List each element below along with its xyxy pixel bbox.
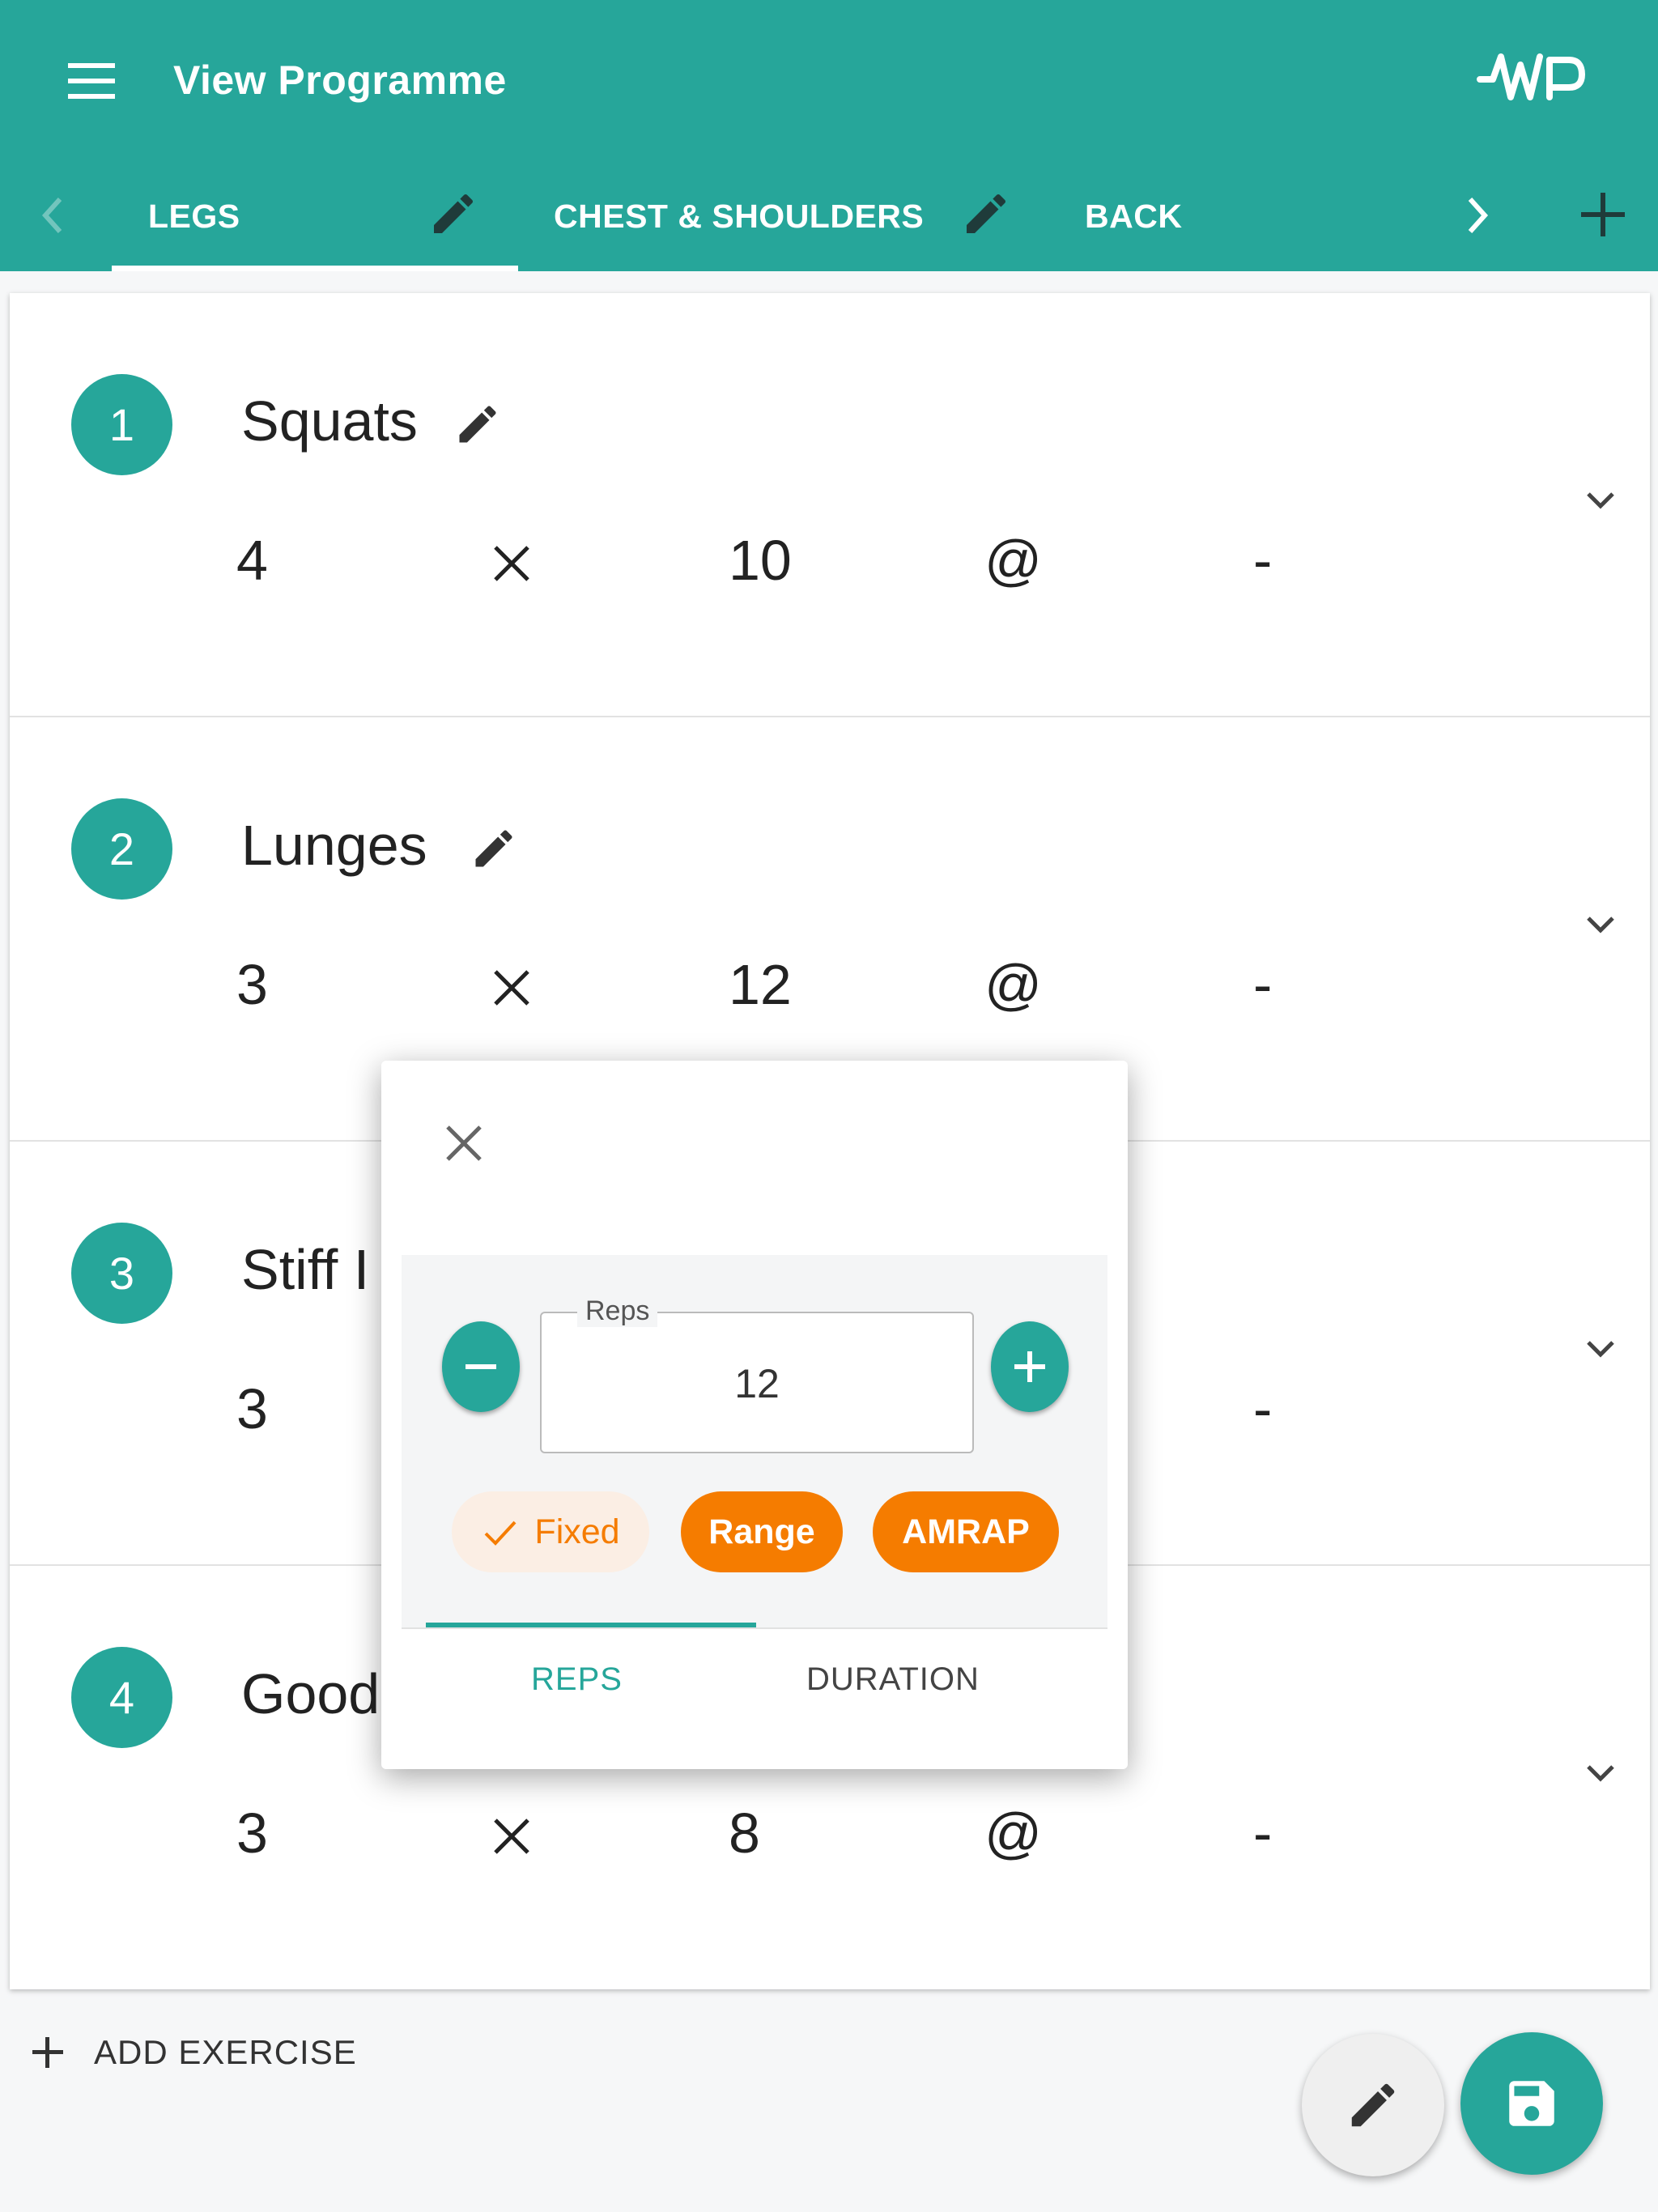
reps-value: 12 xyxy=(729,953,792,1016)
dialog-tabs: REPS DURATION xyxy=(402,1623,1107,1769)
add-exercise-label: ADD EXERCISE xyxy=(94,2033,357,2071)
save-fab-button[interactable] xyxy=(1460,2032,1603,2175)
tab-label: BACK xyxy=(1085,198,1183,235)
add-tab-icon[interactable] xyxy=(1579,188,1627,241)
reps-field[interactable]: Reps 12 xyxy=(540,1295,974,1453)
menu-icon[interactable] xyxy=(65,58,121,104)
pencil-icon xyxy=(1351,2083,1395,2127)
plus-icon xyxy=(1014,1351,1045,1382)
chevron-down-icon[interactable] xyxy=(1580,904,1621,944)
reps-value: 8 xyxy=(729,1802,760,1865)
sets-value: 3 xyxy=(236,1802,268,1865)
exercise-number-badge: 2 xyxy=(71,798,172,900)
increment-button[interactable] xyxy=(991,1321,1069,1412)
pencil-icon[interactable] xyxy=(960,188,1012,240)
minus-icon xyxy=(466,1364,496,1369)
fixed-chip[interactable]: Fixed xyxy=(452,1491,649,1572)
weight-value: - xyxy=(1253,1377,1273,1440)
tab-duration[interactable]: DURATION xyxy=(806,1661,980,1698)
weight-value: - xyxy=(1253,1802,1273,1865)
reps-value: 10 xyxy=(729,529,792,592)
chevron-right-icon[interactable] xyxy=(1457,191,1498,240)
save-icon xyxy=(1509,2081,1554,2126)
at-symbol: @ xyxy=(984,953,1043,1016)
app-logo-icon xyxy=(1475,50,1588,107)
reps-field-label: Reps xyxy=(577,1295,658,1327)
amrap-chip[interactable]: AMRAP xyxy=(873,1491,1059,1572)
app-bar: View Programme LEGS CHEST & SHOULDERS BA… xyxy=(0,0,1658,271)
close-icon[interactable] xyxy=(440,1119,488,1168)
times-icon xyxy=(487,536,536,585)
exercise-name: Lunges xyxy=(241,814,427,877)
weight-value: - xyxy=(1253,953,1273,1016)
tab-legs[interactable]: LEGS xyxy=(112,162,518,271)
tab-reps[interactable]: REPS xyxy=(531,1661,623,1698)
chevron-down-icon[interactable] xyxy=(1580,479,1621,520)
reps-dialog: Reps 12 Fixed Range AMRAP REPS DURATION xyxy=(381,1061,1128,1769)
weight-value: - xyxy=(1253,529,1273,592)
edit-fab-button[interactable] xyxy=(1302,2034,1444,2176)
exercise-number-badge: 1 xyxy=(71,374,172,475)
tab-label: LEGS xyxy=(148,198,240,235)
pencil-icon[interactable] xyxy=(427,188,479,240)
exercise-number-badge: 4 xyxy=(71,1647,172,1748)
exercise-name: Good xyxy=(241,1662,380,1725)
page-title: View Programme xyxy=(173,57,507,103)
plus-icon xyxy=(28,2032,68,2073)
times-icon xyxy=(487,960,536,1009)
chevron-left-icon[interactable] xyxy=(32,191,73,240)
exercise-number-badge: 3 xyxy=(71,1223,172,1324)
tab-back[interactable]: BACK xyxy=(1085,162,1247,271)
reps-field-value: 12 xyxy=(734,1361,780,1406)
add-exercise-button[interactable]: ADD EXERCISE xyxy=(28,2028,357,2077)
pencil-icon[interactable] xyxy=(453,400,502,449)
tab-chest-shoulders[interactable]: CHEST & SHOULDERS xyxy=(554,162,1007,271)
active-tab-indicator xyxy=(112,266,518,271)
range-chip[interactable]: Range xyxy=(681,1491,843,1572)
programme-tabs: LEGS CHEST & SHOULDERS BACK xyxy=(0,162,1658,271)
chevron-down-icon[interactable] xyxy=(1580,1328,1621,1368)
reps-panel: Reps 12 Fixed Range AMRAP xyxy=(402,1255,1107,1627)
exercise-name: Stiff I xyxy=(241,1238,370,1301)
sets-value: 3 xyxy=(236,1377,268,1440)
exercise-row[interactable]: 1 Squats 4 10 @ - xyxy=(10,293,1650,717)
fixed-chip-label: Fixed xyxy=(534,1512,620,1551)
decrement-button[interactable] xyxy=(442,1321,520,1412)
at-symbol: @ xyxy=(984,1802,1043,1865)
at-symbol: @ xyxy=(984,529,1043,592)
times-icon xyxy=(487,1809,536,1857)
exercise-name: Squats xyxy=(241,389,418,453)
check-icon xyxy=(485,1521,517,1546)
pencil-icon[interactable] xyxy=(470,824,518,873)
sets-value: 3 xyxy=(236,953,268,1016)
active-tab-indicator xyxy=(426,1623,756,1627)
sets-value: 4 xyxy=(236,529,268,592)
tab-label: CHEST & SHOULDERS xyxy=(554,198,925,235)
chevron-down-icon[interactable] xyxy=(1580,1752,1621,1793)
